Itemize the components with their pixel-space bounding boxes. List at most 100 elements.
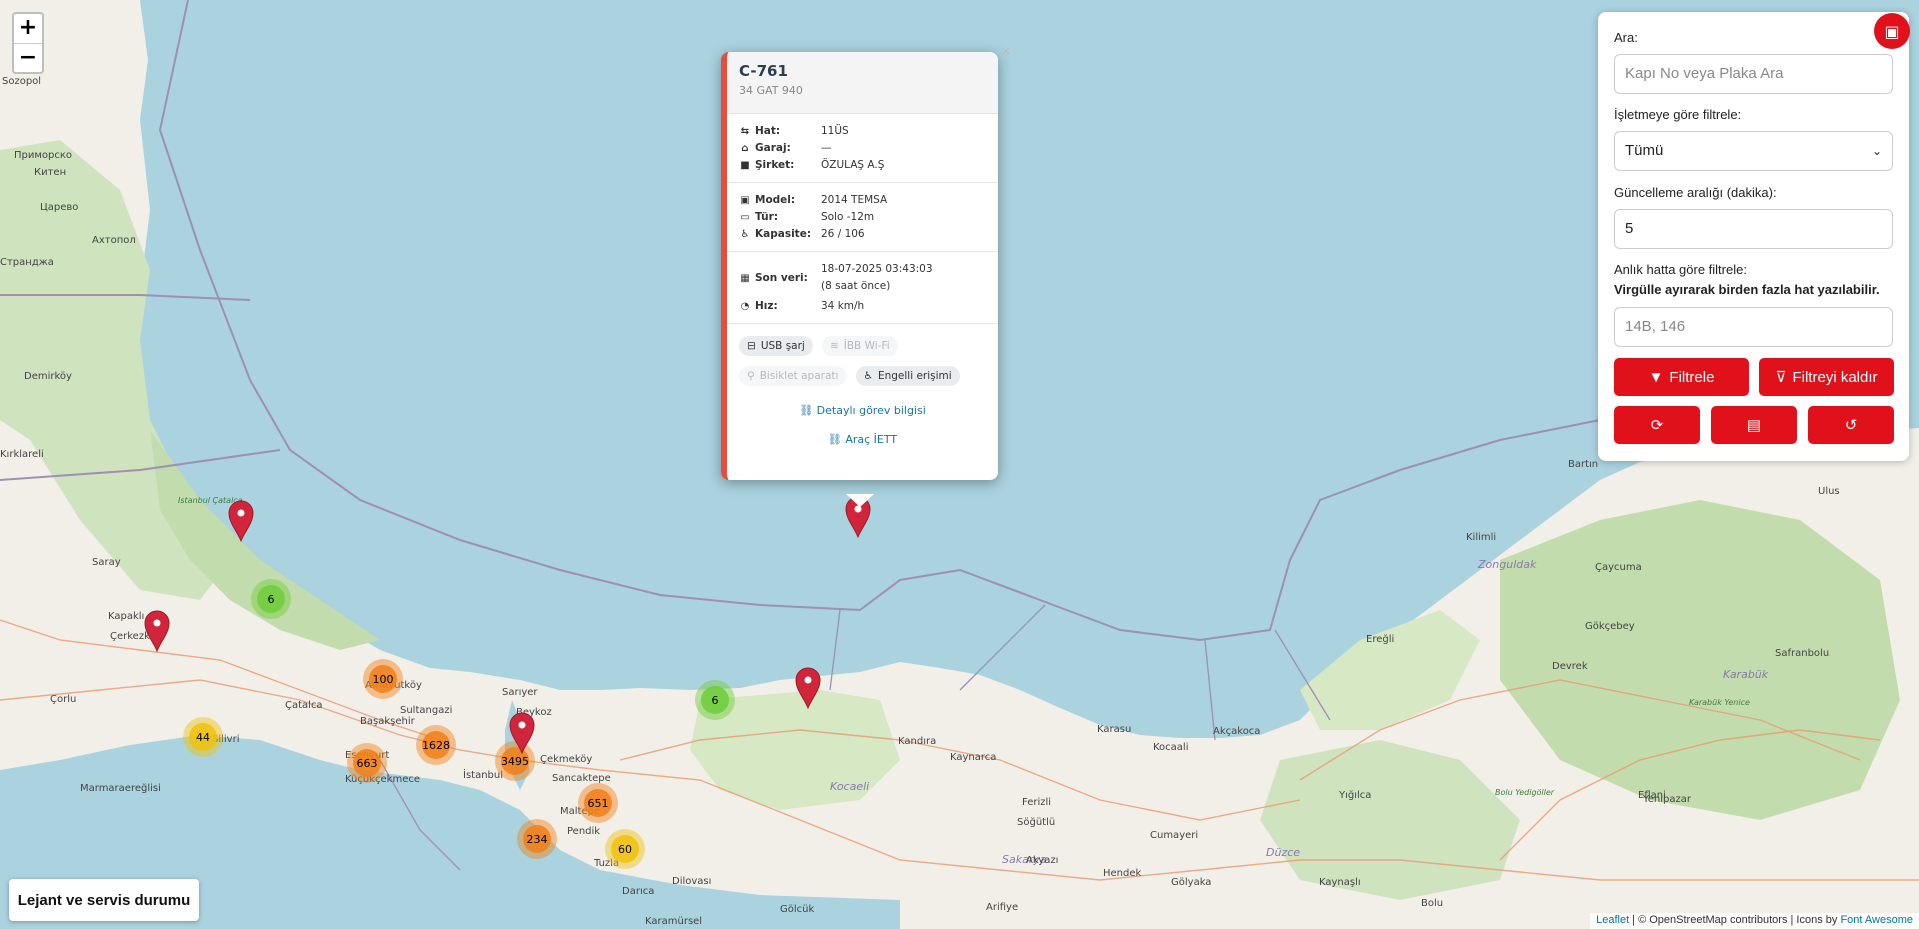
map-attribution: Leaflet | © OpenStreetMap contributors |… <box>1590 913 1919 929</box>
place-label: Китен <box>34 167 66 178</box>
place-label: Safranbolu <box>1775 648 1829 659</box>
operator-select[interactable]: Tümü ⌄ <box>1614 131 1893 171</box>
place-label: Düzce <box>1266 846 1300 859</box>
hat-value: 11ÜS <box>821 125 849 137</box>
attribution-text: | © OpenStreetMap contributors | Icons b… <box>1629 914 1841 926</box>
iett-link-label: Araç İETT <box>845 433 898 446</box>
usb-icon: ⊟ <box>747 340 756 352</box>
place-label: Çekmeköy <box>540 754 592 765</box>
history-icon: ↺ <box>1844 417 1858 434</box>
cluster-marker[interactable]: 6 <box>695 680 735 720</box>
place-label: Yığılca <box>1338 789 1371 801</box>
place-label: Arifiye <box>986 902 1018 913</box>
cluster-count: 60 <box>618 843 632 856</box>
son-veri-label: Son veri: <box>755 271 808 284</box>
place-label: Kaynaşlı <box>1319 877 1361 888</box>
filter-clear-icon: ⊽ <box>1775 369 1787 386</box>
place-label: Kırklareli <box>0 449 44 460</box>
search-label: Ara: <box>1614 30 1638 45</box>
zoom-in-button[interactable]: + <box>14 14 42 43</box>
clear-filter-button[interactable]: ⊽ Filtreyi kaldır <box>1759 358 1894 396</box>
clipboard-button[interactable]: ▤ <box>1711 406 1797 444</box>
place-label: Marmaraereğlisi <box>80 782 161 794</box>
place-label: Çorlu <box>50 694 76 705</box>
vehicle-popup: C-761 34 GAT 940 ⇆ Hat: 11ÜS ⌂ Garaj: — ■ Şir… <box>721 52 998 480</box>
cluster-marker[interactable]: 3495 <box>495 741 535 781</box>
bicycle-icon: ⚲ <box>747 370 755 382</box>
hat-label: Hat: <box>755 125 781 137</box>
place-label: Sozopol <box>2 76 41 87</box>
kapasite-label: Kapasite: <box>755 228 812 240</box>
place-label: Приморско <box>14 150 72 161</box>
cluster-marker[interactable]: 44 <box>183 717 223 757</box>
place-label: Sancaktepe <box>552 773 611 784</box>
bus-icon: ▣ <box>740 195 750 206</box>
cluster-marker[interactable]: 100 <box>363 659 403 699</box>
speedometer-icon: ◔ <box>740 301 750 312</box>
place-label: Çatalca <box>285 700 323 711</box>
son-veri-ago: (8 saat önce) <box>821 280 891 292</box>
wifi-badge: ≋ İBB Wi-Fi <box>821 336 898 356</box>
route-icon: ⇆ <box>740 126 750 137</box>
wheelchair-icon: ♿ <box>863 370 873 382</box>
place-label: Darıca <box>622 886 654 897</box>
wheelchair-badge: ♿ Engelli erişimi <box>855 366 960 386</box>
place-label: Başakşehir <box>360 716 416 727</box>
place-label: Karasu <box>1097 724 1131 735</box>
bus-icon: ▣ <box>1884 21 1900 41</box>
cluster-count: 3495 <box>501 755 529 768</box>
place-label: Demirköy <box>24 371 72 382</box>
cluster-marker[interactable]: 6 <box>251 579 291 619</box>
search-input[interactable]: Kapı No veya Plaka Ara <box>1614 54 1893 94</box>
fontawesome-link[interactable]: Font Awesome <box>1840 914 1913 926</box>
place-label: Pendik <box>567 826 600 837</box>
bus-toggle-button[interactable]: ▣ <box>1874 13 1910 49</box>
line-input[interactable]: 14B, 146 <box>1614 307 1893 347</box>
place-label: Странджа <box>0 257 54 268</box>
place-label: Kaynarca <box>950 752 996 763</box>
detail-link[interactable]: ⛓ Detaylı görev bilgisi <box>727 398 998 427</box>
cluster-count: 663 <box>357 757 378 770</box>
interval-input[interactable]: 5 <box>1614 209 1893 249</box>
hiz-label: Hız: <box>755 300 778 312</box>
calendar-icon: ▦ <box>740 272 750 284</box>
history-button[interactable]: ↺ <box>1808 406 1894 444</box>
refresh-button[interactable]: ⟳ <box>1614 406 1700 444</box>
link-icon: ⛓ <box>827 433 846 446</box>
popup-plate: 34 GAT 940 <box>739 84 803 97</box>
place-label: Söğütlü <box>1017 816 1055 828</box>
place-label: Karabük Yenice <box>1689 698 1750 707</box>
usb-label: USB şarj <box>760 340 805 352</box>
bus-side-icon: ▭ <box>740 212 750 223</box>
place-label: Karamürsel <box>645 916 702 927</box>
operator-label: İşletmeye göre filtrele: <box>1614 107 1742 122</box>
sirket-value: ÖZULAŞ A.Ş <box>821 159 885 171</box>
place-label: Cumayeri <box>1150 830 1198 841</box>
cluster-marker[interactable]: 1628 <box>416 725 456 765</box>
cluster-marker[interactable]: 234 <box>517 819 557 859</box>
clipboard-icon: ▤ <box>1746 417 1762 434</box>
place-label: Akçakoca <box>1213 726 1260 737</box>
zoom-out-button[interactable]: − <box>14 43 42 72</box>
bicycle-label: Bisiklet aparatı <box>759 370 839 382</box>
cluster-marker[interactable]: 60 <box>605 829 645 869</box>
legend-button[interactable]: Lejant ve servis durumu <box>9 879 199 921</box>
iett-link[interactable]: ⛓ Araç İETT <box>727 427 998 456</box>
place-label: Devrek <box>1552 661 1588 672</box>
cluster-marker[interactable]: 651 <box>578 783 618 823</box>
vehicle-section: ▣ Model: 2014 TEMSA ▭ Tür: Solo -12m ♿ Kapasi… <box>727 183 998 252</box>
place-label: Sarıyer <box>502 687 538 698</box>
filter-button-label: Filtrele <box>1669 368 1715 386</box>
cluster-marker[interactable]: 663 <box>347 743 387 783</box>
leaflet-link[interactable]: Leaflet <box>1596 914 1629 926</box>
filter-button[interactable]: ▼ Filtrele <box>1614 358 1749 396</box>
garaj-value: — <box>821 142 832 154</box>
cluster-count: 1628 <box>422 739 450 752</box>
place-label: İstanbul <box>463 768 503 781</box>
popup-close-button[interactable]: × <box>1001 44 1011 58</box>
cluster-count: 6 <box>268 593 275 606</box>
place-label: Kilimli <box>1466 532 1496 543</box>
place-label: Gölcük <box>780 904 814 915</box>
route-section: ⇆ Hat: 11ÜS ⌂ Garaj: — ■ Şirket: ÖZULAŞ A.Ş <box>727 114 998 183</box>
filter-icon: ▼ <box>1648 368 1664 386</box>
